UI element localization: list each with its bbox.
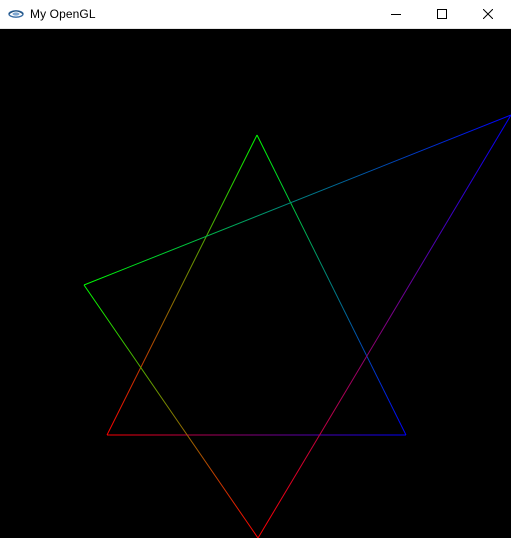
maximize-button[interactable] bbox=[419, 0, 465, 28]
close-button[interactable] bbox=[465, 0, 511, 28]
window-controls bbox=[373, 0, 511, 28]
scene-svg bbox=[83, 114, 511, 538]
close-icon bbox=[483, 9, 493, 19]
upright-triangle-left-edge bbox=[106, 134, 258, 436]
opengl-render-canvas[interactable] bbox=[0, 29, 511, 538]
maximize-icon bbox=[437, 9, 447, 19]
rotated-triangle bbox=[83, 114, 511, 538]
opengl-window: My OpenGL bbox=[0, 0, 511, 538]
rotated-triangle-right-edge bbox=[257, 114, 511, 538]
minimize-icon bbox=[391, 14, 401, 15]
opengl-app-icon[interactable] bbox=[8, 6, 24, 22]
rotated-triangle-left-edge bbox=[83, 284, 259, 538]
rotated-triangle-top-edge bbox=[83, 114, 511, 286]
upright-triangle-right-edge bbox=[256, 134, 407, 436]
minimize-button[interactable] bbox=[373, 0, 419, 28]
title-bar[interactable]: My OpenGL bbox=[0, 0, 511, 29]
window-title: My OpenGL bbox=[30, 7, 96, 21]
upright-triangle bbox=[106, 134, 407, 436]
